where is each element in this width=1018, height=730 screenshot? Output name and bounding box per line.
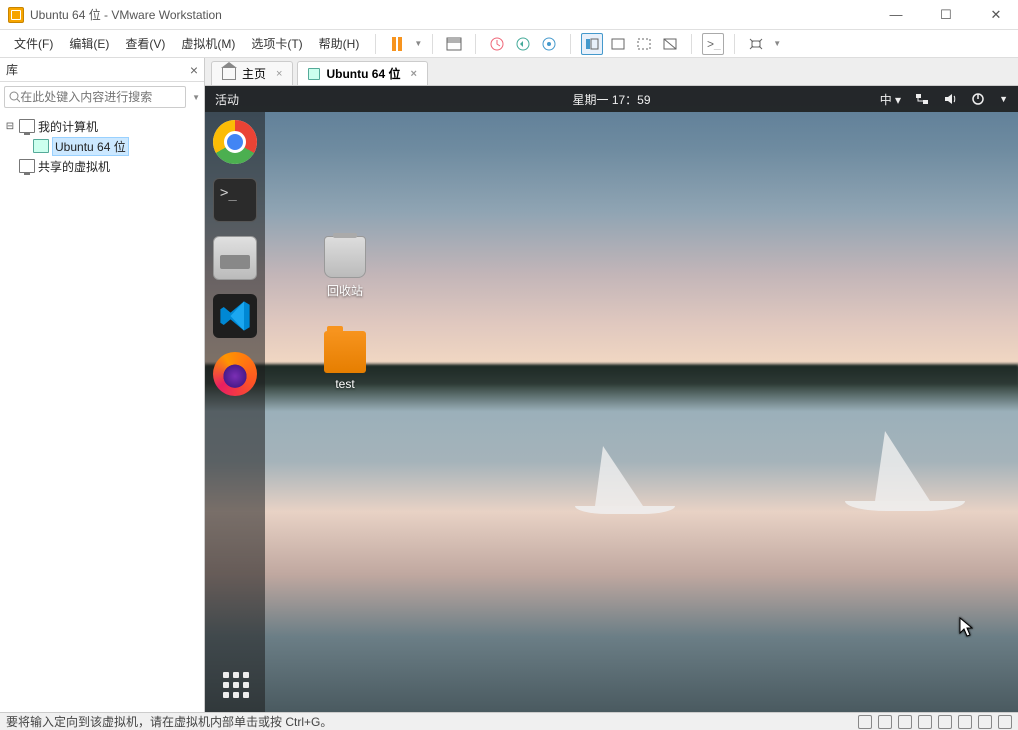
separator: [432, 34, 433, 54]
home-icon: [222, 68, 236, 80]
status-hint: 要将输入定向到该虚拟机，请在虚拟机内部单击或按 Ctrl+G。: [6, 713, 332, 730]
tree-label: 共享的虚拟机: [38, 158, 110, 175]
minimize-button[interactable]: —: [882, 7, 910, 23]
close-tab-icon[interactable]: ×: [276, 68, 282, 80]
revert-snapshot-button[interactable]: [512, 33, 534, 55]
send-ctrl-alt-del-button[interactable]: [443, 33, 465, 55]
vm-icon: [308, 68, 320, 80]
dock-chrome[interactable]: [213, 120, 257, 164]
desktop-trash[interactable]: 回收站: [315, 236, 375, 299]
shared-icon: [19, 159, 35, 173]
mouse-cursor: [959, 617, 973, 637]
tree-vm-ubuntu[interactable]: Ubuntu 64 位: [2, 136, 202, 156]
icon-label: 回收站: [315, 282, 375, 299]
separator: [734, 34, 735, 54]
folder-icon: [324, 331, 366, 373]
vmware-app-icon: [8, 7, 24, 23]
tree-shared-vms[interactable]: 共享的虚拟机: [2, 156, 202, 176]
dropdown-arrow-icon[interactable]: ▼: [414, 39, 422, 48]
tree-label: 我的计算机: [38, 118, 98, 135]
icon-label: test: [315, 377, 375, 391]
tray-display-icon[interactable]: [978, 715, 992, 729]
close-button[interactable]: ✕: [982, 7, 1010, 23]
volume-icon[interactable]: [943, 92, 957, 106]
tray-hdd-icon[interactable]: [858, 715, 872, 729]
menu-edit[interactable]: 编辑(E): [63, 31, 115, 56]
view-console-button[interactable]: [607, 33, 629, 55]
search-dropdown-icon[interactable]: ▼: [192, 93, 200, 102]
tray-printer-icon[interactable]: [958, 715, 972, 729]
view-unity-button[interactable]: [659, 33, 681, 55]
clock[interactable]: 星期一 17：59: [572, 91, 650, 108]
maximize-button[interactable]: ☐: [932, 7, 960, 23]
tray-cd-icon[interactable]: [878, 715, 892, 729]
trash-icon: [324, 236, 366, 278]
window-title: Ubuntu 64 位 - VMware Workstation: [30, 6, 222, 23]
menu-tabs[interactable]: 选项卡(T): [245, 31, 308, 56]
vm-tabs: 主页 × Ubuntu 64 位 ×: [205, 58, 1018, 86]
vm-device-tray: [858, 715, 1012, 729]
tab-label: 主页: [242, 65, 266, 82]
desktop-folder-test[interactable]: test: [315, 331, 375, 391]
vm-icon: [33, 139, 49, 153]
library-title: 库: [6, 61, 18, 78]
chevron-down-icon[interactable]: ▼: [999, 94, 1008, 104]
tray-network-icon[interactable]: [898, 715, 912, 729]
stretch-guest-button[interactable]: [745, 33, 767, 55]
dock-show-apps[interactable]: [223, 672, 249, 698]
network-icon[interactable]: [915, 92, 929, 106]
manage-snapshot-button[interactable]: [538, 33, 560, 55]
library-search[interactable]: [4, 86, 186, 108]
tree-label: Ubuntu 64 位: [52, 137, 129, 156]
collapse-icon[interactable]: ⊟: [4, 121, 16, 132]
tree-my-computer[interactable]: ⊟ 我的计算机: [2, 116, 202, 136]
separator: [375, 34, 376, 54]
menu-help[interactable]: 帮助(H): [313, 31, 366, 56]
separator: [475, 34, 476, 54]
separator: [691, 34, 692, 54]
dock-terminal[interactable]: [213, 178, 257, 222]
tray-sound-icon[interactable]: [938, 715, 952, 729]
status-bar: 要将输入定向到该虚拟机，请在虚拟机内部单击或按 Ctrl+G。: [0, 712, 1018, 730]
gnome-top-bar: 活动 星期一 17：59 中 ▾ ▼: [205, 86, 1018, 112]
window-titlebar: Ubuntu 64 位 - VMware Workstation — ☐ ✕: [0, 0, 1018, 30]
activities-button[interactable]: 活动: [215, 91, 239, 108]
dock-vscode[interactable]: [213, 294, 257, 338]
separator: [570, 34, 571, 54]
power-icon[interactable]: [971, 92, 985, 106]
view-fullscreen-button[interactable]: [633, 33, 655, 55]
tray-usb-icon[interactable]: [918, 715, 932, 729]
wallpaper: [205, 86, 1018, 712]
tray-message-icon[interactable]: [998, 715, 1012, 729]
snapshot-button[interactable]: [486, 33, 508, 55]
view-single-button[interactable]: [581, 33, 603, 55]
tab-label: Ubuntu 64 位: [326, 65, 400, 82]
console-terminal-button[interactable]: >_: [702, 33, 724, 55]
menu-toolbar: 文件(F) 编辑(E) 查看(V) 虚拟机(M) 选项卡(T) 帮助(H) ▼ …: [0, 30, 1018, 58]
library-tree: ⊟ 我的计算机 Ubuntu 64 位 共享的虚拟机: [0, 112, 204, 180]
pause-vm-button[interactable]: [386, 33, 408, 55]
tab-ubuntu[interactable]: Ubuntu 64 位 ×: [297, 61, 427, 85]
menu-view[interactable]: 查看(V): [119, 31, 171, 56]
close-library-button[interactable]: ×: [190, 62, 198, 78]
close-tab-icon[interactable]: ×: [410, 68, 416, 80]
tab-home[interactable]: 主页 ×: [211, 61, 293, 85]
library-search-input[interactable]: [20, 90, 181, 104]
dropdown-arrow-icon[interactable]: ▼: [773, 39, 781, 48]
guest-screen[interactable]: 活动 星期一 17：59 中 ▾ ▼: [205, 86, 1018, 712]
gnome-dock: [205, 112, 265, 712]
monitor-icon: [19, 119, 35, 133]
dock-firefox[interactable]: [213, 352, 257, 396]
menu-vm[interactable]: 虚拟机(M): [175, 31, 241, 56]
ime-indicator[interactable]: 中 ▾: [880, 91, 901, 108]
dock-files[interactable]: [213, 236, 257, 280]
search-icon: [9, 91, 20, 103]
svg-text:>_: >_: [707, 38, 721, 50]
library-panel: 库 × ▼ ⊟ 我的计算机 Ubuntu 64 位 共享的虚拟机: [0, 58, 205, 712]
menu-file[interactable]: 文件(F): [8, 31, 59, 56]
